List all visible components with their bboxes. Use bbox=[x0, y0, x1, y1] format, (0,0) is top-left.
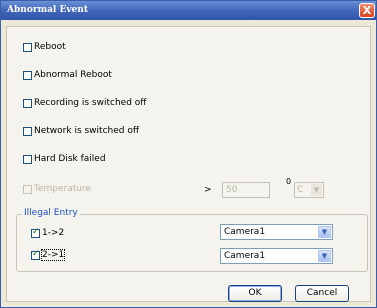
camera-value: Camera1 bbox=[224, 251, 266, 261]
checkbox-box[interactable] bbox=[23, 98, 32, 108]
entry-2to1-label: 2->1 bbox=[40, 249, 66, 261]
hard-disk-failed-label: Hard Disk failed bbox=[34, 154, 106, 164]
recording-off-checkbox[interactable]: Recording is switched off bbox=[23, 98, 146, 108]
chevron-down-icon[interactable]: ▼ bbox=[311, 184, 322, 196]
greater-than-symbol: > bbox=[204, 185, 212, 195]
entry-2to1-checkbox[interactable]: 2->1 bbox=[31, 249, 66, 261]
checkbox-box[interactable] bbox=[23, 154, 32, 164]
reboot-checkbox[interactable]: Reboot bbox=[23, 42, 66, 52]
abnormal-reboot-checkbox[interactable]: Abnormal Reboot bbox=[23, 70, 112, 80]
checkbox-box[interactable] bbox=[31, 227, 40, 238]
window-title: Abnormal Event bbox=[7, 5, 88, 15]
illegal-entry-title: Illegal Entry bbox=[22, 208, 80, 218]
title-bar[interactable]: Abnormal Event X bbox=[1, 1, 376, 20]
checkbox-box[interactable] bbox=[23, 42, 32, 52]
checkbox-box[interactable] bbox=[23, 184, 32, 194]
camera-select-2to1[interactable]: Camera1 ▼ bbox=[220, 248, 333, 264]
unit-value: C bbox=[297, 185, 304, 195]
chevron-down-icon[interactable]: ▼ bbox=[318, 226, 331, 238]
network-off-label: Network is switched off bbox=[34, 126, 140, 136]
checkbox-box[interactable] bbox=[31, 249, 40, 260]
network-off-checkbox[interactable]: Network is switched off bbox=[23, 126, 139, 136]
reboot-label: Reboot bbox=[34, 42, 66, 52]
cancel-button[interactable]: Cancel bbox=[295, 285, 349, 302]
camera-select-1to2[interactable]: Camera1 ▼ bbox=[220, 224, 333, 240]
camera-value: Camera1 bbox=[224, 227, 266, 237]
checkbox-box[interactable] bbox=[23, 126, 32, 136]
temperature-unit-select[interactable]: C ▼ bbox=[294, 182, 324, 198]
temperature-label: Temperature bbox=[34, 184, 92, 194]
degree-symbol: 0 bbox=[286, 177, 292, 186]
temperature-checkbox[interactable]: Temperature bbox=[23, 184, 91, 194]
recording-off-label: Recording is switched off bbox=[34, 98, 147, 108]
chevron-down-icon[interactable]: ▼ bbox=[318, 250, 331, 262]
ok-button[interactable]: OK bbox=[228, 285, 282, 302]
entry-1to2-checkbox[interactable]: 1->2 bbox=[31, 227, 65, 238]
checkbox-box[interactable] bbox=[23, 70, 32, 80]
temperature-input[interactable]: 50 bbox=[222, 182, 270, 198]
entry-1to2-label: 1->2 bbox=[42, 228, 65, 238]
close-icon[interactable]: X bbox=[359, 3, 375, 18]
abnormal-reboot-label: Abnormal Reboot bbox=[34, 70, 112, 80]
hard-disk-failed-checkbox[interactable]: Hard Disk failed bbox=[23, 154, 106, 164]
